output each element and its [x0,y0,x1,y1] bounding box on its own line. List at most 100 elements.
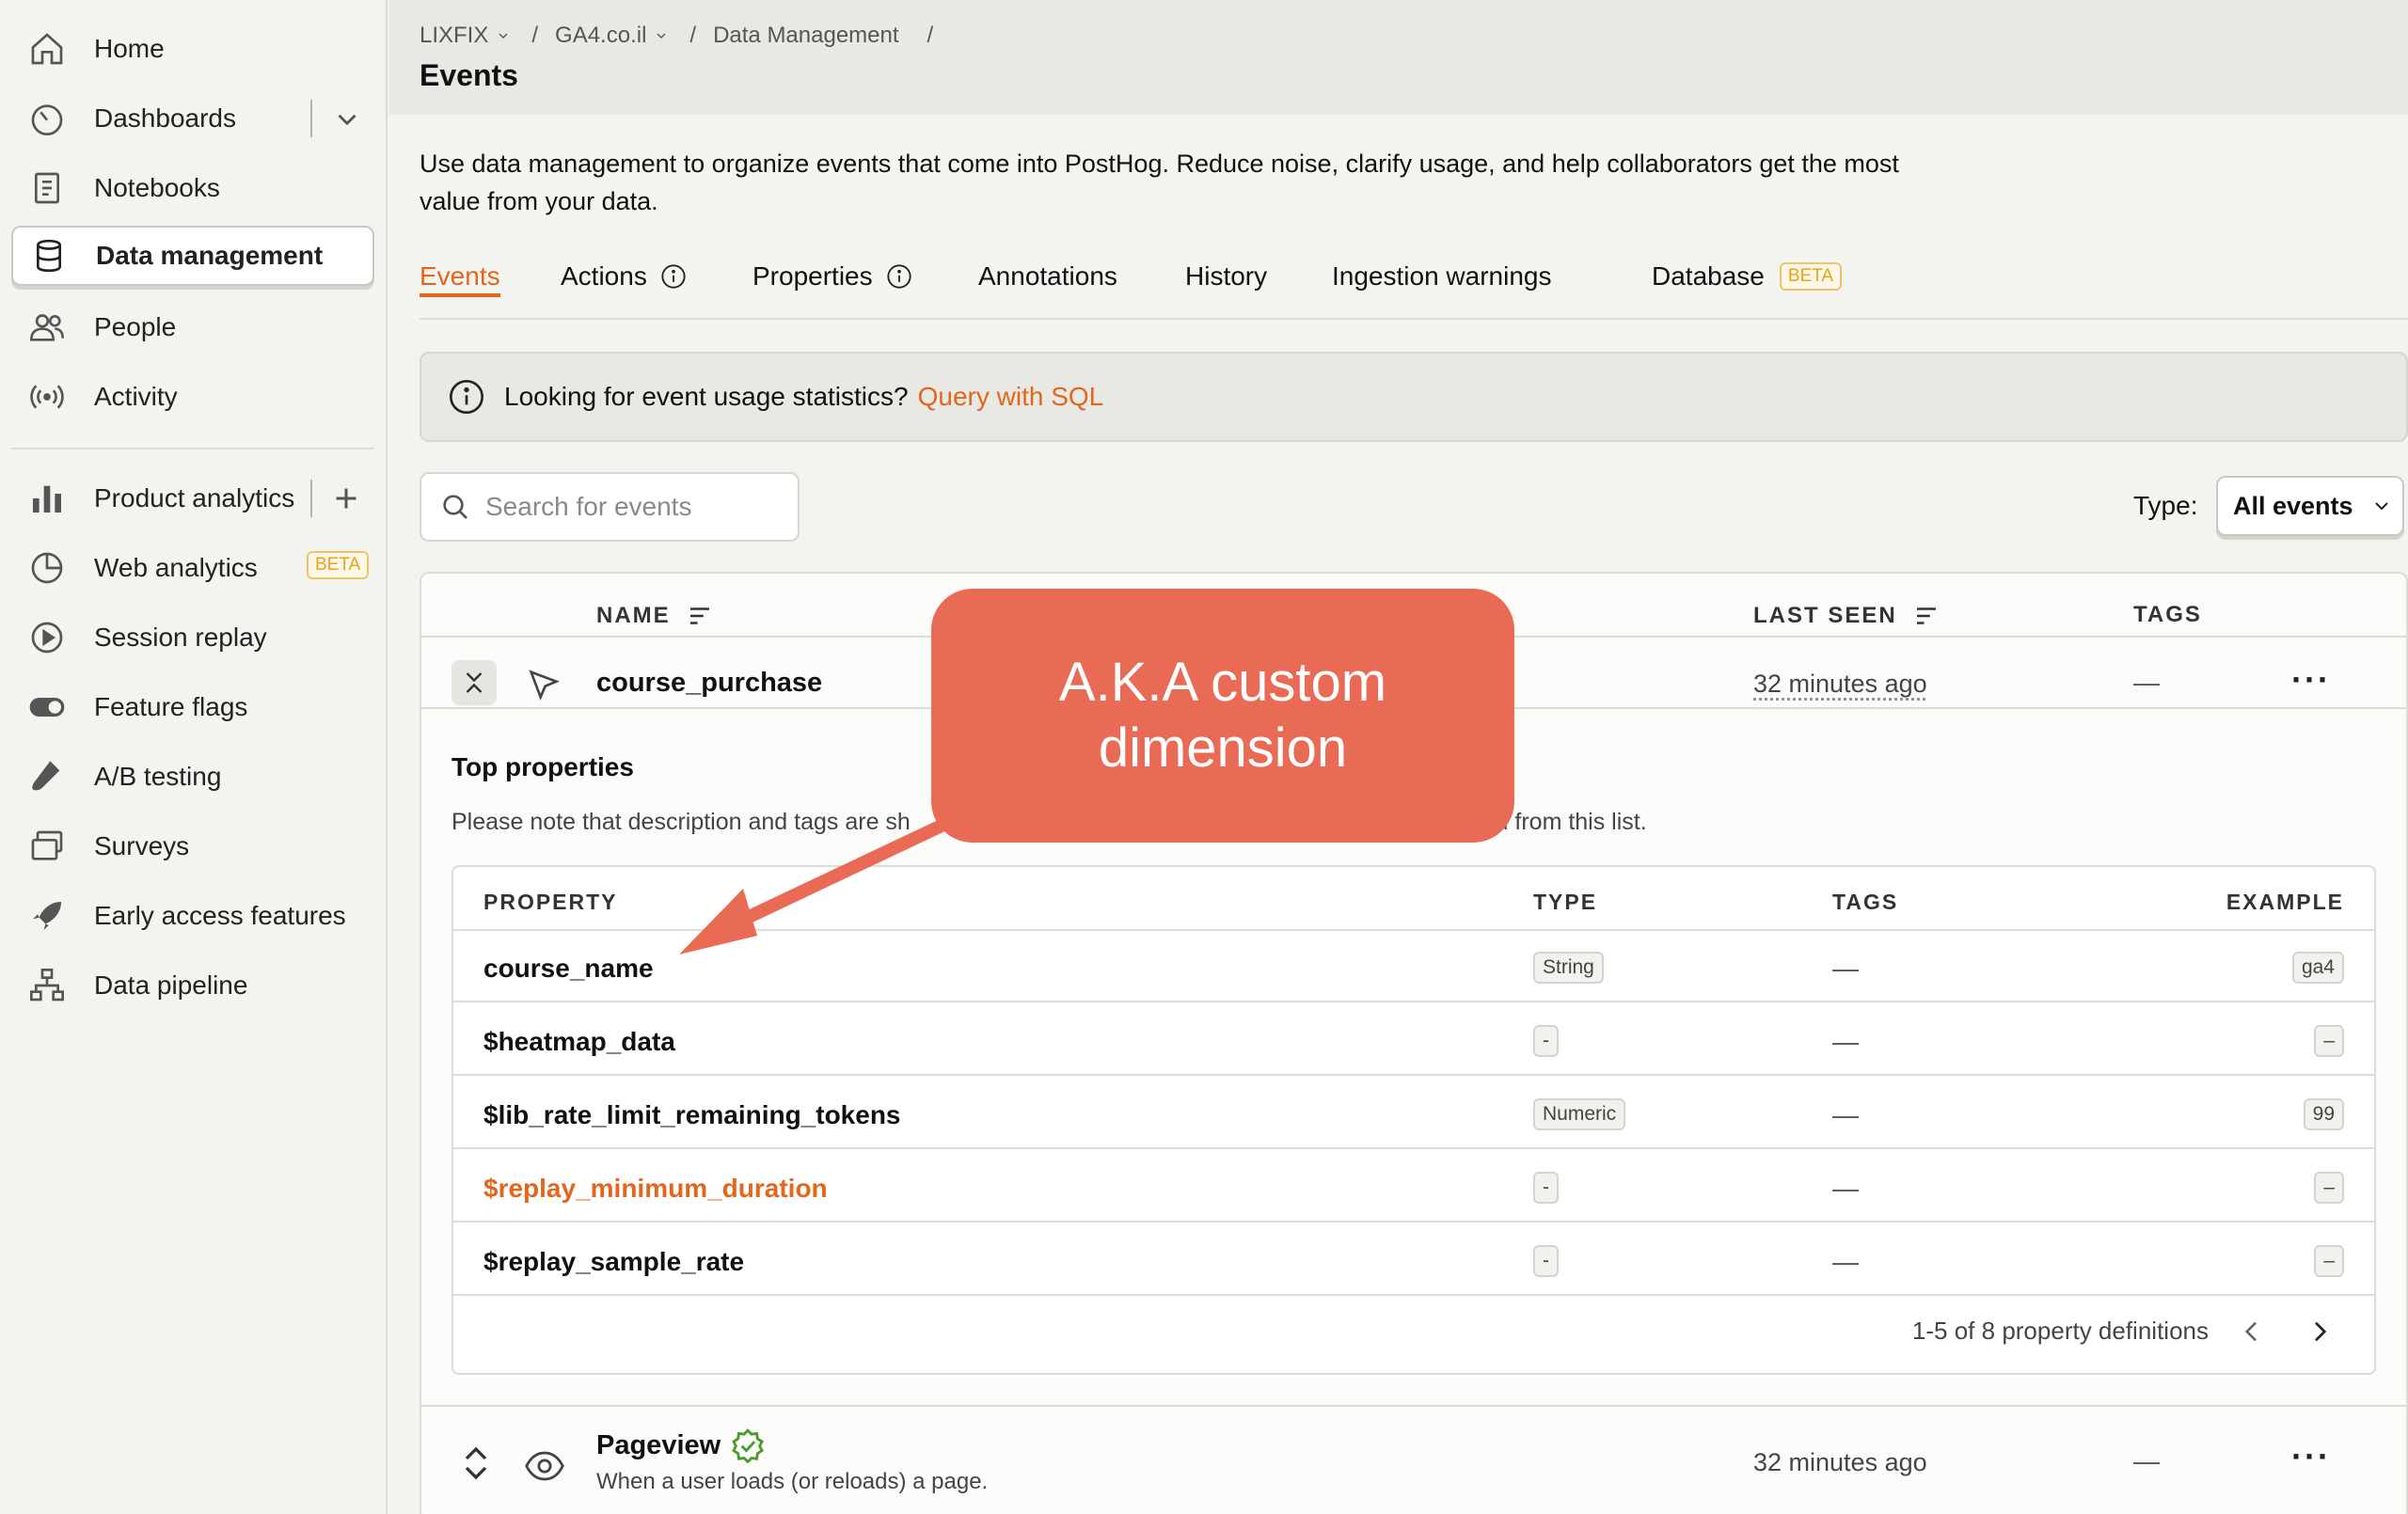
tags-value: — [1832,1174,1859,1204]
type-chip: - [1533,1245,1559,1277]
collapse-row-button[interactable] [452,660,497,705]
beta-badge: BETA [307,551,369,579]
sidebar-item-data-management[interactable]: Data management [11,226,374,286]
expand-icon[interactable] [457,1444,495,1482]
pipeline-icon [26,965,68,1006]
pie-chart-icon [26,547,68,589]
column-header-name[interactable]: NAME [596,602,714,630]
rocket-icon [26,895,68,937]
chevron-down-icon[interactable] [496,28,511,43]
tab-label: History [1185,261,1267,292]
beta-badge: BETA [1780,262,1842,291]
tab-database[interactable]: Database BETA [1652,258,1842,295]
tab-actions[interactable]: Actions [561,258,687,295]
annotation-text: A.K.A custom dimension [950,650,1496,781]
query-sql-link[interactable]: Query with SQL [918,382,1104,412]
event-name[interactable]: course_purchase [596,668,822,699]
event-name-row: Pageview [596,1427,766,1463]
divider [453,1294,2374,1296]
property-name[interactable]: $replay_sample_rate [483,1247,744,1277]
chevron-right-icon[interactable] [2305,1317,2335,1347]
survey-icon [26,826,68,867]
page-description: Use data management to organize events t… [420,145,1925,220]
top-bar: LIXFIX / GA4.co.il / Data Management / E… [389,0,2408,115]
tab-annotations[interactable]: Annotations [978,258,1117,295]
banner-text: Looking for event usage statistics? [504,382,909,412]
plus-icon[interactable] [329,481,363,515]
sidebar-item-label: Early access features [94,901,346,931]
sidebar-item-home[interactable]: Home [11,19,374,79]
event-name[interactable]: Pageview [596,1430,721,1461]
divider [453,1074,2374,1076]
tags-value: — [1832,1247,1859,1277]
people-icon [26,307,68,348]
breadcrumb-item-section[interactable]: Data Management [713,23,898,49]
property-name[interactable]: course_name [483,954,654,984]
property-name[interactable]: $lib_rate_limit_remaining_tokens [483,1100,901,1130]
page-title: Events [420,58,518,93]
chevron-left-icon[interactable] [2237,1317,2267,1347]
sidebar-item-label: Session replay [94,623,267,653]
tab-history[interactable]: History [1185,258,1267,295]
divider [453,929,2374,931]
notebook-icon [26,167,68,209]
verified-badge-icon [730,1427,766,1463]
cursor-click-icon [525,666,562,703]
info-icon [448,378,485,416]
example-chip: – [2314,1025,2344,1057]
active-tab-indicator [420,293,500,297]
tags-value: — [1832,1027,1859,1057]
tab-properties[interactable]: Properties [752,258,912,295]
chevron-down-icon[interactable] [331,103,363,135]
sidebar-item-label: Web analytics [94,553,258,583]
sidebar-item-label: Product analytics [94,483,294,513]
sidebar-item-label: Data pipeline [94,970,247,1001]
sidebar-item-product-analytics[interactable]: Product analytics [11,468,374,528]
property-name[interactable]: $heatmap_data [483,1027,675,1057]
annotation-callout: A.K.A custom dimension [931,589,1514,843]
sidebar-item-session-replay[interactable]: Session replay [11,607,374,668]
tab-label: Annotations [978,261,1117,292]
note-text: Please note that description and tags ar… [452,809,911,835]
tab-label: Actions [561,261,647,292]
example-chip: – [2314,1172,2344,1204]
sidebar-item-activity[interactable]: Activity [11,367,374,427]
sidebar-item-label: Activity [94,382,178,412]
property-name[interactable]: $replay_minimum_duration [483,1174,828,1204]
sidebar-item-notebooks[interactable]: Notebooks [11,158,374,218]
divider [11,448,374,449]
search-input[interactable]: Search for events [420,472,800,542]
eye-icon [525,1446,564,1486]
tab-label: Events [420,261,500,292]
properties-table: PROPERTY TYPE TAGS EXAMPLE course_name S… [452,865,2376,1375]
breadcrumb: LIXFIX / GA4.co.il / Data Management / [420,23,950,49]
breadcrumb-item-org[interactable]: LIXFIX [420,23,488,49]
sidebar-item-ab-testing[interactable]: A/B testing [11,747,374,807]
sidebar-item-label: Data management [96,241,323,271]
info-icon [660,263,687,290]
example-chip: 99 [2304,1098,2344,1130]
tab-label: Database [1652,261,1765,292]
divider [453,1221,2374,1222]
column-header-example: EXAMPLE [2226,890,2344,915]
sidebar-item-surveys[interactable]: Surveys [11,816,374,876]
sidebar-item-label: Dashboards [94,103,236,134]
sidebar-item-feature-flags[interactable]: Feature flags [11,677,374,737]
sidebar-item-early-access[interactable]: Early access features [11,886,374,946]
column-header-last-seen[interactable]: LAST SEEN [1753,602,1941,630]
type-chip: String [1533,952,1604,984]
more-options-button[interactable]: ··· [2291,1437,2331,1476]
tab-label: Ingestion warnings [1332,261,1551,292]
sidebar-item-people[interactable]: People [11,297,374,357]
sidebar-item-dashboards[interactable]: Dashboards [11,88,374,149]
tab-label: Properties [752,261,873,292]
sidebar-item-data-pipeline[interactable]: Data pipeline [11,955,374,1016]
divider [421,1405,2406,1407]
tab-events[interactable]: Events [420,258,500,295]
tab-ingestion-warnings[interactable]: Ingestion warnings [1332,258,1551,295]
chevron-down-icon[interactable] [654,28,669,43]
breadcrumb-item-project[interactable]: GA4.co.il [555,23,646,49]
more-options-button[interactable]: ··· [2291,660,2331,700]
replay-icon [26,617,68,658]
type-select[interactable]: All events [2216,476,2404,536]
